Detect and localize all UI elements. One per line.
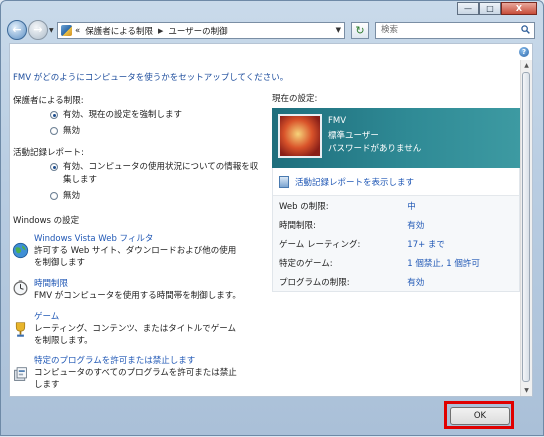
activity-off-radio[interactable]: 無効 <box>50 190 80 203</box>
footer: OK <box>1 397 543 437</box>
setting-key: 時間制限: <box>279 220 316 231</box>
current-settings-label: 現在の設定: <box>272 94 318 104</box>
radio-unselected-icon <box>50 127 58 135</box>
setting-key: Web の制限: <box>279 201 329 212</box>
radio-unselected-icon <box>50 192 58 200</box>
breadcrumb-overflow[interactable]: « <box>75 26 80 36</box>
setting-key: ゲーム レーティング: <box>279 239 361 250</box>
radio-label: 無効 <box>63 126 81 136</box>
breadcrumb-item-parental-controls[interactable]: 保護者による制限 <box>85 25 153 37</box>
web-filter-setting: Windows Vista Web フィルタ 許可する Web サイト、ダウンロ… <box>34 233 244 269</box>
games-description: レーティング、コンテンツ、またはタイトルでゲームを制限します。 <box>34 324 236 346</box>
user-card: FMV 標準ユーザー パスワードがありません <box>272 108 520 168</box>
ok-button[interactable]: OK <box>450 407 510 425</box>
setting-key: プログラムの制限: <box>279 277 350 288</box>
main-content: ? ▲ ▼ FMV がどのようにコンピュータを使うかをセットアップしてください。… <box>9 43 533 397</box>
close-button[interactable]: X <box>501 2 537 15</box>
view-activity-report-link[interactable]: 活動記録レポートを表示します <box>273 168 519 196</box>
web-filter-description: 許可する Web サイト、ダウンロードおよび他の使用を制御します <box>34 246 237 268</box>
user-role: 標準ユーザー <box>328 131 379 141</box>
address-row: ← → ▼ « 保護者による制限 ▶ ユーザーの制御 ▼ ↻ 検索 <box>1 19 543 43</box>
minimize-button[interactable]: — <box>457 2 479 15</box>
radio-label: 有効、現在の設定を強制します <box>63 110 183 120</box>
settings-summary: 活動記録レポートを表示します Web の制限: 中 時間制限: 有効 ゲーム レ… <box>272 168 520 292</box>
address-dropdown-icon[interactable]: ▼ <box>336 26 341 34</box>
refresh-button[interactable]: ↻ <box>351 22 369 39</box>
help-icon[interactable]: ? <box>519 47 529 57</box>
title-bar: — □ X <box>1 1 543 15</box>
table-row: 時間制限: 有効 <box>273 215 519 234</box>
caption-buttons: — □ X <box>457 2 537 15</box>
activity-report-label: 活動記録レポート: <box>13 148 84 158</box>
radio-selected-icon <box>50 111 58 119</box>
maximize-button[interactable]: □ <box>479 2 501 15</box>
breadcrumb-item-user-controls[interactable]: ユーザーの制御 <box>168 25 227 37</box>
setting-value-link[interactable]: 有効 <box>407 272 519 291</box>
table-row: 特定のゲーム: 1 個禁止, 1 個許可 <box>273 253 519 272</box>
time-limits-link[interactable]: 時間制限 <box>34 278 244 290</box>
vertical-scrollbar[interactable]: ▲ ▼ <box>520 60 532 396</box>
time-limits-description: FMV がコンピュータを使用する時間帯を制御します。 <box>34 291 241 301</box>
clock-icon <box>13 280 28 296</box>
setting-value-link[interactable]: 有効 <box>407 215 519 234</box>
recent-pages-dropdown-icon[interactable]: ▼ <box>49 27 54 34</box>
radio-label: 無効 <box>63 191 81 201</box>
scrollbar-thumb[interactable] <box>522 72 530 382</box>
activity-on-radio[interactable]: 有効、コンピュータの使用状況についての情報を収集します <box>50 161 262 187</box>
parental-controls-label: 保護者による制限: <box>13 96 84 106</box>
page-intro: FMV がどのようにコンピュータを使うかをセットアップしてください。 <box>13 73 289 83</box>
view-activity-report-label: 活動記録レポートを表示します <box>295 177 415 188</box>
user-name: FMV <box>328 116 347 126</box>
web-filter-link[interactable]: Windows Vista Web フィルタ <box>34 233 244 245</box>
breadcrumb: « 保護者による制限 ▶ ユーザーの制御 <box>75 25 228 37</box>
time-limits-setting: 時間制限 FMV がコンピュータを使用する時間帯を制御します。 <box>34 278 244 302</box>
trophy-icon <box>15 322 26 337</box>
radio-label: 有効、コンピュータの使用状況についての情報を収集します <box>63 162 259 185</box>
back-button[interactable]: ← <box>7 20 27 40</box>
allow-block-programs-setting: 特定のプログラムを許可または禁止します コンピュータのすべてのプログラムを許可ま… <box>34 355 244 391</box>
forward-arrow-icon: → <box>33 23 43 36</box>
games-link[interactable]: ゲーム <box>34 311 244 323</box>
windows-settings-label: Windows の設定 <box>13 216 80 226</box>
address-bar[interactable]: « 保護者による制限 ▶ ユーザーの制御 ▼ <box>57 22 345 39</box>
search-input[interactable]: 検索 <box>375 22 535 39</box>
setting-key: 特定のゲーム: <box>279 258 333 269</box>
window: — □ X ← → ▼ « 保護者による制限 ▶ ユーザーの制御 ▼ ↻ 検索 … <box>0 0 544 436</box>
settings-table: Web の制限: 中 時間制限: 有効 ゲーム レーティング: 17+ まで 特… <box>273 196 519 291</box>
allow-block-programs-link[interactable]: 特定のプログラムを許可または禁止します <box>34 355 244 367</box>
setting-value-link[interactable]: 1 個禁止, 1 個許可 <box>407 253 519 272</box>
table-row: ゲーム レーティング: 17+ まで <box>273 234 519 253</box>
setting-value-link[interactable]: 17+ まで <box>407 234 519 253</box>
games-setting: ゲーム レーティング、コンテンツ、またはタイトルでゲームを制限します。 <box>34 311 244 347</box>
allow-block-programs-description: コンピュータのすべてのプログラムを許可または禁止します <box>34 368 237 390</box>
search-placeholder: 検索 <box>381 25 399 35</box>
table-row: Web の制限: 中 <box>273 196 519 215</box>
refresh-icon: ↻ <box>355 24 365 37</box>
radio-selected-icon <box>50 163 58 171</box>
forward-button[interactable]: → <box>28 20 48 40</box>
parental-on-radio[interactable]: 有効、現在の設定を強制します <box>50 109 182 122</box>
scroll-down-icon[interactable]: ▼ <box>521 385 532 396</box>
report-icon <box>279 175 289 188</box>
parental-off-radio[interactable]: 無効 <box>50 125 80 138</box>
user-password-status: パスワードがありません <box>328 144 422 154</box>
setting-value-link[interactable]: 中 <box>407 196 519 215</box>
globe-icon <box>12 242 29 259</box>
search-icon[interactable] <box>521 25 530 34</box>
user-avatar <box>278 114 322 158</box>
control-panel-icon <box>61 25 72 36</box>
breadcrumb-separator-icon[interactable]: ▶ <box>158 27 163 35</box>
table-row: プログラムの制限: 有効 <box>273 272 519 291</box>
back-arrow-icon: ← <box>12 23 22 36</box>
program-icon <box>14 367 27 381</box>
current-settings-panel: 現在の設定: FMV 標準ユーザー パスワードがありません 活動記録レポートを表… <box>272 92 520 292</box>
scroll-up-icon[interactable]: ▲ <box>521 60 532 71</box>
